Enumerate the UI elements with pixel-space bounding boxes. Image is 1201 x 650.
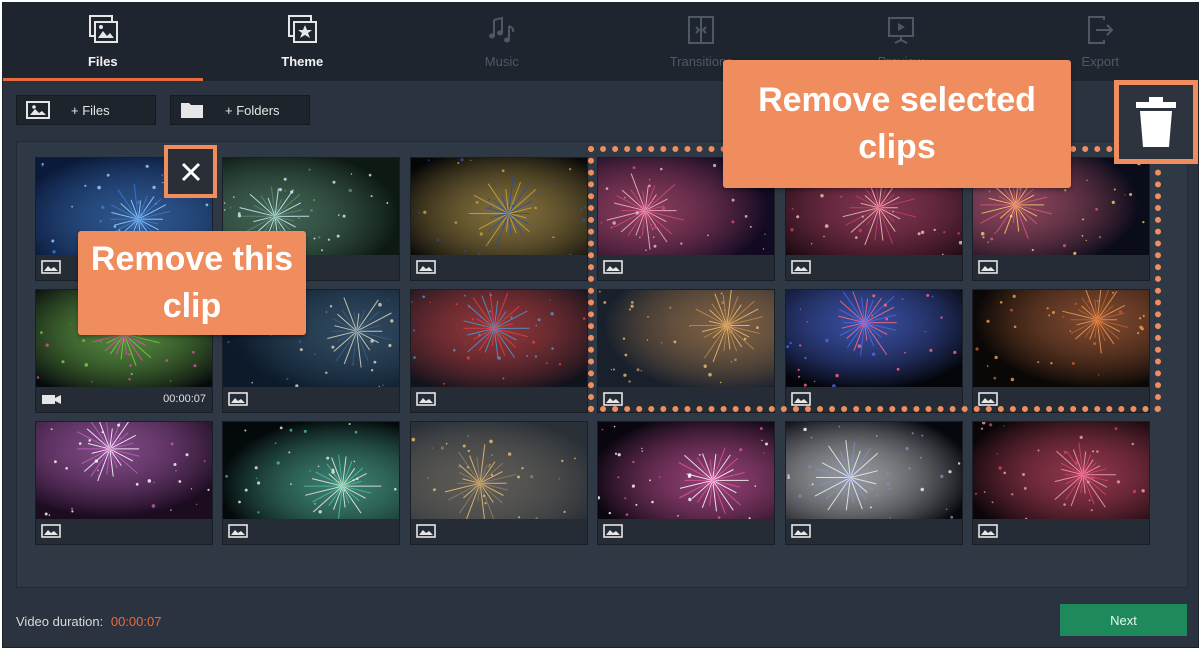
clip-meta-bar (598, 519, 774, 544)
image-icon (416, 260, 438, 275)
image-icon (228, 392, 250, 407)
image-icon (603, 260, 625, 275)
clip-thumbnail (973, 290, 1149, 387)
clip-tile[interactable] (410, 421, 588, 545)
image-icon (978, 260, 1000, 275)
image-icon (41, 524, 63, 539)
clip-meta-bar (36, 519, 212, 544)
add-files-label: + Files (71, 102, 110, 118)
clip-thumbnail (411, 422, 587, 519)
remove-selected-callout-line1: Remove selected (758, 81, 1036, 119)
clip-meta-bar (973, 255, 1149, 280)
image-icon (978, 524, 1000, 539)
music-icon (485, 13, 519, 47)
remove-clip-callout-line1: Remove this (90, 240, 294, 278)
footer-bar: Video duration: 00:00:07 Next (3, 599, 1198, 647)
video-camera-icon (41, 392, 63, 407)
video-duration-value: 00:00:07 (110, 614, 162, 629)
clip-meta-bar (411, 255, 587, 280)
image-icon (603, 524, 625, 539)
image-icon (25, 100, 51, 120)
image-icon (791, 260, 813, 275)
clip-tile[interactable] (410, 157, 588, 281)
image-icon (791, 524, 813, 539)
preview-icon (884, 13, 918, 47)
clip-tile[interactable] (972, 289, 1150, 413)
image-icon (416, 392, 438, 407)
tab-files-label: Files (87, 54, 118, 69)
clip-meta-bar (786, 519, 962, 544)
clip-tile[interactable] (597, 421, 775, 545)
add-folders-button[interactable]: + Folders (170, 95, 310, 125)
trash-icon (1136, 97, 1176, 147)
clip-meta-bar (223, 387, 399, 412)
clip-meta-bar (973, 387, 1149, 412)
clip-meta-bar (973, 519, 1149, 544)
add-files-button[interactable]: + Files (16, 95, 156, 125)
clip-meta-bar (598, 387, 774, 412)
image-icon (603, 392, 625, 407)
clip-meta-bar (223, 519, 399, 544)
clip-tile[interactable] (785, 421, 963, 545)
tab-music[interactable]: Music (402, 3, 602, 81)
clip-tile[interactable] (597, 289, 775, 413)
tab-files[interactable]: Files (3, 3, 203, 81)
clip-meta-bar (786, 387, 962, 412)
image-icon (416, 524, 438, 539)
remove-selected-callout-line2: clips (858, 128, 936, 166)
clip-meta-bar (411, 519, 587, 544)
clip-thumbnail (786, 290, 962, 387)
video-duration-label: Video duration: (16, 614, 104, 629)
clip-tile[interactable] (35, 421, 213, 545)
close-icon (181, 162, 200, 181)
tab-export-label: Export (1081, 54, 1120, 69)
clip-meta-bar (411, 387, 587, 412)
clip-tile[interactable] (785, 289, 963, 413)
clip-thumbnail (411, 290, 587, 387)
video-duration: Video duration: 00:00:07 (16, 614, 161, 629)
tab-theme[interactable]: Theme (203, 3, 403, 81)
clip-thumbnail (973, 422, 1149, 519)
clip-thumbnail (411, 158, 587, 255)
clip-meta-bar: 00:00:07 (36, 387, 212, 412)
clip-duration: 00:00:07 (163, 393, 206, 405)
tab-theme-label: Theme (281, 54, 324, 69)
remove-selected-button[interactable] (1114, 80, 1198, 164)
files-icon (86, 13, 120, 47)
clip-meta-bar (598, 255, 774, 280)
clip-grid: 00:00:07 (16, 141, 1188, 588)
add-folders-label: + Folders (225, 102, 280, 118)
image-icon (791, 392, 813, 407)
next-button[interactable]: Next (1060, 604, 1187, 636)
transitions-icon (684, 13, 718, 47)
clip-meta-bar (786, 255, 962, 280)
clip-thumbnail (598, 422, 774, 519)
clip-thumbnail (786, 422, 962, 519)
clip-thumbnail (223, 422, 399, 519)
remove-clip-button[interactable] (164, 145, 217, 198)
remove-selected-callout: Remove selected clips (723, 60, 1071, 188)
image-icon (228, 524, 250, 539)
theme-icon (285, 13, 319, 47)
export-icon (1083, 13, 1117, 47)
clip-tile[interactable] (222, 421, 400, 545)
clip-thumbnail (36, 422, 212, 519)
clip-tile[interactable] (972, 421, 1150, 545)
tab-music-label: Music (484, 54, 519, 69)
clip-thumbnail (598, 290, 774, 387)
folder-icon (179, 100, 205, 120)
image-icon (41, 260, 63, 275)
remove-clip-callout: Remove this clip (78, 231, 306, 335)
clip-tile[interactable] (410, 289, 588, 413)
image-icon (978, 392, 1000, 407)
remove-clip-callout-line2: clip (162, 287, 222, 325)
